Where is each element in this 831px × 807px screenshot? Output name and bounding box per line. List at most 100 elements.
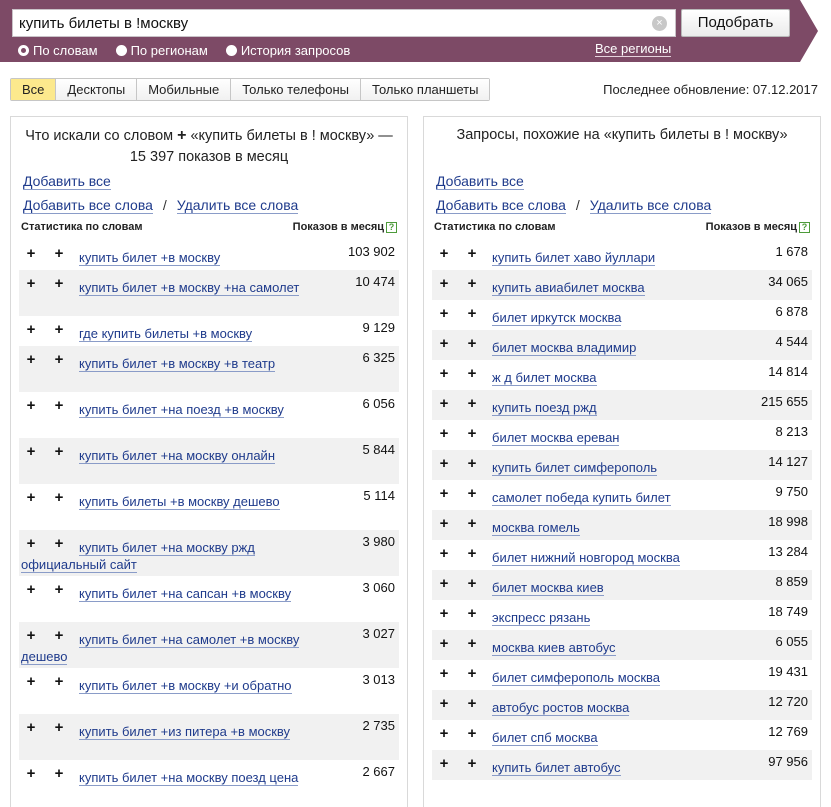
table-row: + + купить билет +из питера +в москву 2 735 — [19, 714, 399, 760]
phrase-cell: купить билет +в москву +в театр — [21, 355, 321, 372]
delete-all-words-link[interactable]: Удалить все слова — [176, 197, 299, 214]
phrase-cell: купить поезд ржд — [434, 399, 734, 416]
add-all-link[interactable]: Добавить все — [436, 173, 524, 190]
search-query-text[interactable]: купить билеты в !москву — [19, 15, 188, 32]
separator: / — [162, 197, 167, 213]
submit-button[interactable]: Подобрать — [681, 9, 790, 37]
phrase-link[interactable]: билет иркутск москва — [492, 310, 622, 326]
phrase-cell: купить билет +на москву ржд официальный … — [21, 539, 321, 573]
tab-mobile[interactable]: Мобильные — [136, 79, 231, 100]
phrase-cell: купить билет +из питера +в москву — [21, 723, 321, 740]
phrase-link[interactable]: москва гомель — [492, 520, 580, 536]
phrase-link[interactable]: билет нижний новгород москва — [492, 550, 680, 566]
add-all-words-link[interactable]: Добавить все слова — [23, 197, 153, 214]
phrase-cell: билет симферополь москва — [434, 669, 734, 686]
table-row: + + автобус ростов москва 12 720 — [432, 690, 812, 720]
table-row: + + билет москва ереван 8 213 — [432, 420, 812, 450]
add-all-words-link[interactable]: Добавить все слова — [436, 197, 566, 214]
delete-all-words-link[interactable]: Удалить все слова — [589, 197, 712, 214]
radio-unchecked-icon[interactable] — [115, 44, 127, 56]
phrase-link[interactable]: билет москва киев — [492, 580, 604, 596]
radio-label[interactable]: История запросов — [241, 43, 351, 58]
radio-unchecked-icon[interactable] — [225, 44, 237, 56]
phrase-cell: экспресс рязань — [434, 609, 734, 626]
radio-checked-icon[interactable] — [18, 44, 29, 56]
phrase-link[interactable]: купить билет хаво йуллари — [492, 250, 656, 266]
phrase-link[interactable]: купить билет +на самолет +в москву дешев… — [21, 632, 300, 665]
phrase-link[interactable]: купить поезд ржд — [492, 400, 597, 416]
column-header: Статистика по словам Показов в месяц? — [21, 221, 397, 237]
left-panel: Что искали со словом + «купить билеты в ! … — [10, 116, 408, 807]
impressions-count: 3 013 — [362, 672, 395, 687]
phrase-link[interactable]: купить билет +на сапсан +в москву — [79, 586, 292, 602]
help-icon[interactable]: ? — [386, 222, 397, 233]
phrase-cell: билет спб москва — [434, 729, 734, 746]
phrase-cell: билет москва киев — [434, 579, 734, 596]
impressions-count: 14 814 — [768, 364, 808, 379]
phrase-link[interactable]: купить билет +на москву поезд цена — [79, 770, 299, 786]
phrase-link[interactable]: билет москва владимир — [492, 340, 637, 356]
tab-all[interactable]: Все — [11, 79, 56, 100]
right-panel-title: Запросы, похожие на «купить билеты в ! м… — [456, 127, 788, 143]
phrase-cell: купить билет +в москву +и обратно — [21, 677, 321, 694]
impressions-count: 12 769 — [768, 724, 808, 739]
phrase-link[interactable]: купить билет симферополь — [492, 460, 658, 476]
phrase-link[interactable]: купить авиабилет москва — [492, 280, 645, 296]
table-row: + + москва киев автобус 6 055 — [432, 630, 812, 660]
table-row: + + купить поезд ржд 215 655 — [432, 390, 812, 420]
radio-query-history[interactable]: История запросов — [225, 43, 351, 58]
table-row: + + где купить билеты +в москву 9 129 — [19, 316, 399, 346]
table-row: + + купить билет хаво йуллари 1 678 — [432, 240, 812, 270]
phrase-link[interactable]: самолет победа купить билет — [492, 490, 671, 506]
col-impressions-label: Показов в месяц — [705, 221, 797, 233]
impressions-count: 3 980 — [362, 534, 395, 549]
radio-label[interactable]: По регионам — [131, 43, 208, 58]
phrase-link[interactable]: купить билет +на москву ржд официальный … — [21, 540, 255, 573]
phrase-link[interactable]: где купить билеты +в москву — [79, 326, 253, 342]
col-stats-label: Статистика по словам — [21, 221, 143, 233]
phrase-link[interactable]: купить билеты +в москву дешево — [79, 494, 280, 510]
phrase-cell: самолет победа купить билет — [434, 489, 734, 506]
phrase-link[interactable]: билет спб москва — [492, 730, 598, 746]
phrase-link[interactable]: купить билет +в москву +в театр — [79, 356, 276, 372]
phrase-cell: купить авиабилет москва — [434, 279, 734, 296]
words-actions: Добавить все слова / Удалить все слова — [23, 197, 299, 214]
help-icon[interactable]: ? — [799, 222, 810, 233]
phrase-link[interactable]: билет симферополь москва — [492, 670, 661, 686]
phrase-link[interactable]: купить билет +в москву — [79, 250, 221, 266]
phrase-link[interactable]: купить билет +на поезд +в москву — [79, 402, 284, 418]
impressions-count: 6 056 — [362, 396, 395, 411]
table-row: + + купить авиабилет москва 34 065 — [432, 270, 812, 300]
table-row: + + самолет победа купить билет 9 750 — [432, 480, 812, 510]
phrase-link[interactable]: москва киев автобус — [492, 640, 616, 656]
radio-by-regions[interactable]: По регионам — [115, 43, 208, 58]
search-header: купить билеты в !москву × Подобрать По с… — [0, 0, 831, 62]
search-input[interactable]: купить билеты в !москву × — [12, 9, 676, 37]
table-row: + + купить билет +в москву +в театр 6 325 — [19, 346, 399, 392]
impressions-count: 1 678 — [775, 244, 808, 259]
radio-by-words[interactable]: По словам — [18, 43, 98, 58]
add-all-link[interactable]: Добавить все — [23, 173, 111, 190]
tab-desktops[interactable]: Десктопы — [55, 79, 137, 100]
phrase-link[interactable]: купить билет +в москву +и обратно — [79, 678, 292, 694]
radio-label[interactable]: По словам — [33, 43, 98, 58]
phrase-link[interactable]: купить билет +в москву +на самолет — [79, 280, 300, 296]
phrase-link[interactable]: купить билет автобус — [492, 760, 621, 776]
phrase-link[interactable]: автобус ростов москва — [492, 700, 630, 716]
all-regions-link[interactable]: Все регионы — [595, 41, 672, 57]
phrase-cell: купить билет +на москву онлайн — [21, 447, 321, 464]
tab-tablets-only[interactable]: Только планшеты — [360, 79, 490, 100]
phrase-link[interactable]: ж д билет москва — [492, 370, 597, 386]
phrase-cell: купить билет +на самолет +в москву дешев… — [21, 631, 321, 665]
phrase-link[interactable]: купить билет +из питера +в москву — [79, 724, 291, 740]
phrase-link[interactable]: экспресс рязань — [492, 610, 591, 626]
phrase-cell: билет нижний новгород москва — [434, 549, 734, 566]
table-row: + + купить билет +на москву поезд цена 2 66… — [19, 760, 399, 806]
impressions-count: 215 655 — [761, 394, 808, 409]
tab-phones-only[interactable]: Только телефоны — [230, 79, 361, 100]
clear-icon[interactable]: × — [652, 16, 667, 31]
phrase-link[interactable]: купить билет +на москву онлайн — [79, 448, 275, 464]
impressions-count: 9 129 — [362, 320, 395, 335]
phrase-link[interactable]: билет москва ереван — [492, 430, 620, 446]
impressions-count: 13 284 — [768, 544, 808, 559]
